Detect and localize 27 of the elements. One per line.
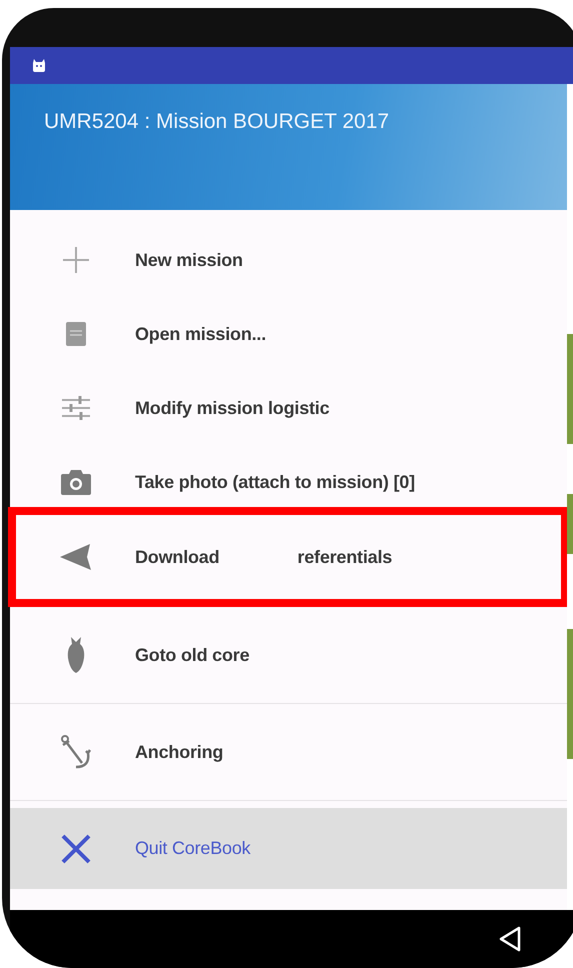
back-icon[interactable] (498, 926, 522, 952)
mission-title: UMR5204 : Mission BOURGET 2017 (44, 110, 390, 134)
close-icon (60, 834, 92, 864)
android-icon (32, 58, 46, 72)
menu-item[interactable]: Goto old core (10, 607, 567, 704)
menu-item[interactable]: Download referentials (10, 515, 561, 599)
menu-item-label: Download (135, 546, 220, 568)
paper-plane-icon (58, 543, 92, 571)
menu-item[interactable]: New mission (10, 223, 567, 297)
menu-item[interactable]: Modify mission logistic (10, 371, 567, 445)
menu-item-label: New mission (135, 250, 243, 270)
anchor-icon (60, 735, 92, 769)
menu-item-label: Modify mission logistic (135, 398, 330, 418)
camera-icon (60, 468, 92, 496)
menu-item-label: Take photo (attach to mission) [0] (135, 472, 415, 492)
plus-icon (62, 246, 90, 274)
menu-item-label: referentials (297, 546, 392, 568)
menu-item-label: Open mission... (135, 324, 266, 344)
menu-item-label: Goto old core (135, 644, 250, 666)
menu-item[interactable]: Quit CoreBook (10, 808, 567, 889)
menu-item-label: Anchoring (135, 742, 224, 762)
document-icon (64, 321, 86, 347)
menu-item[interactable]: Open mission... (10, 297, 567, 371)
capsule-icon (66, 636, 86, 674)
sliders-icon (60, 394, 90, 422)
menu-item-label: Quit CoreBook (135, 838, 250, 859)
menu-item[interactable]: Take photo (attach to mission) [0] (10, 445, 567, 507)
